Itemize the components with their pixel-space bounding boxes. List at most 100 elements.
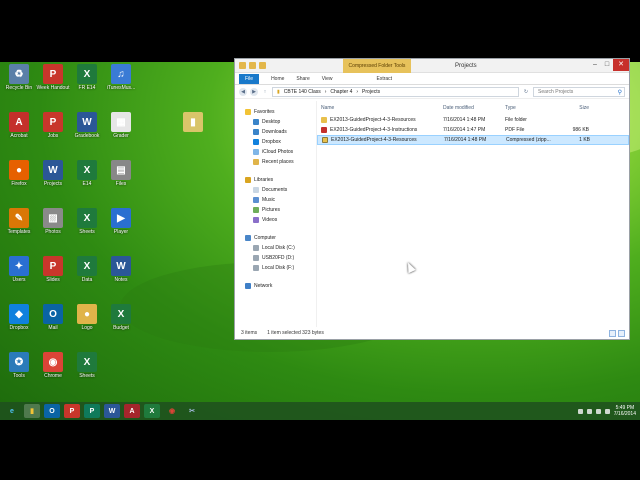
desktop-icon-item[interactable]: X FR E14	[70, 64, 104, 97]
nav-computer-header[interactable]: Computer	[235, 233, 316, 243]
powerpoint-icon[interactable]: P	[64, 404, 80, 418]
desktop-icon-item[interactable]: W Projects	[36, 160, 70, 193]
desktop-icon-item[interactable]: ✦ Users	[2, 256, 36, 289]
breadcrumb[interactable]: ▮ CBTE 140 Class › Chapter 4 › Projects	[272, 86, 519, 97]
refresh-button[interactable]: ↻	[522, 88, 530, 96]
maximize-button[interactable]: □	[601, 59, 613, 71]
desktop-icon-item[interactable]: P Jobs	[36, 112, 70, 145]
app-icon: ●	[9, 160, 29, 180]
nav-item-local-disk-c[interactable]: Local Disk (C:)	[235, 243, 316, 253]
file-row[interactable]: EX2013-GuidedProject-4-3-Instructions 7/…	[317, 125, 629, 135]
desktop-icon-item[interactable]: ▮	[176, 112, 210, 145]
desktop-icon-item[interactable]: W Notes	[104, 256, 138, 289]
desktop-icon-item[interactable]: ✎ Templates	[2, 208, 36, 241]
tray-icon[interactable]	[586, 408, 592, 414]
excel-icon[interactable]: X	[144, 404, 160, 418]
app-icon: X	[77, 208, 97, 228]
desktop-icon-label: Photos	[45, 229, 61, 235]
desktop-icon-item[interactable]: ▤ Files	[104, 160, 138, 193]
properties-icon[interactable]	[249, 62, 256, 69]
word-icon[interactable]: W	[104, 404, 120, 418]
breadcrumb-item[interactable]: CBTE 140 Class	[284, 88, 321, 96]
desktop-icon-item[interactable]: O Mail	[36, 304, 70, 337]
tab-file[interactable]: File	[239, 73, 260, 84]
nav-item-usb-d[interactable]: USB20FD (D:)	[235, 253, 316, 263]
desktop-icon	[253, 119, 259, 125]
column-header-size[interactable]: Size	[559, 105, 589, 111]
desktop-icon-item[interactable]: ▦ Grader	[104, 112, 138, 145]
compressed-folder-tools-tab[interactable]: Compressed Folder Tools	[343, 59, 411, 73]
minimize-button[interactable]: –	[589, 59, 601, 71]
file-explorer-taskbar-icon[interactable]: ▮	[24, 404, 40, 418]
nav-network-header[interactable]: Network	[235, 281, 316, 291]
up-button[interactable]: ↑	[261, 88, 269, 96]
desktop-icon-item[interactable]: ◉ Chrome	[36, 352, 70, 385]
clock-date: 7/16/2014	[613, 411, 636, 417]
tray-icon[interactable]	[577, 408, 583, 414]
desktop-icon-item[interactable]: W Gradebook	[70, 112, 104, 145]
search-input[interactable]: Search Projects ⚲	[533, 86, 625, 97]
desktop-icon-item[interactable]: ▨ Photos	[36, 208, 70, 241]
nav-item-music[interactable]: Music	[235, 195, 316, 205]
breadcrumb-item[interactable]: Chapter 4	[330, 88, 352, 96]
desktop-icon-item[interactable]: ♫ iTunesMus...	[104, 64, 138, 97]
desktop-icon-item[interactable]: P Week Handout	[36, 64, 70, 97]
file-row[interactable]: EX2013-GuidedProject-4-3-Resources 7/16/…	[317, 115, 629, 125]
desktop-icon-item[interactable]: X Budget	[104, 304, 138, 337]
nav-item-local-disk-f[interactable]: Local Disk (F:)	[235, 263, 316, 273]
outlook-icon[interactable]: O	[44, 404, 60, 418]
volume-icon[interactable]	[604, 408, 610, 414]
title-bar[interactable]: Compressed Folder Tools Projects – □ ✕	[235, 59, 629, 73]
desktop-icon-item[interactable]: ● Firefox	[2, 160, 36, 193]
large-icons-view-icon[interactable]	[618, 330, 625, 337]
desktop-icon-item[interactable]: X Sheets	[70, 352, 104, 385]
file-name: EX2013-GuidedProject-4-3-Resources	[331, 137, 417, 143]
chrome-icon[interactable]: ◉	[164, 404, 180, 418]
nav-libraries-header[interactable]: Libraries	[235, 175, 316, 185]
new-folder-icon[interactable]	[259, 62, 266, 69]
network-icon[interactable]	[595, 408, 601, 414]
nav-item-desktop[interactable]: Desktop	[235, 117, 316, 127]
folder-icon[interactable]	[239, 62, 246, 69]
publisher-icon[interactable]: P	[84, 404, 100, 418]
forward-button[interactable]: ▶	[250, 87, 258, 96]
search-icon[interactable]: ⚲	[618, 89, 622, 97]
internet-explorer-icon[interactable]: e	[4, 404, 20, 418]
details-view-icon[interactable]	[609, 330, 616, 337]
nav-item-videos[interactable]: Videos	[235, 215, 316, 225]
tab-view[interactable]: View	[322, 76, 333, 82]
desktop-icon-item[interactable]: ● Logo	[70, 304, 104, 337]
nav-item-recent-places[interactable]: Recent places	[235, 157, 316, 167]
tab-home[interactable]: Home	[271, 76, 284, 82]
column-header-name[interactable]: Name	[321, 105, 443, 111]
close-button[interactable]: ✕	[613, 59, 629, 71]
desktop-icon-item[interactable]: X Sheets	[70, 208, 104, 241]
desktop-icon-item[interactable]: X E14	[70, 160, 104, 193]
nav-item-icloud-photos[interactable]: iCloud Photos	[235, 147, 316, 157]
desktop-icon-item[interactable]: A Acrobat	[2, 112, 36, 145]
nav-item-documents[interactable]: Documents	[235, 185, 316, 195]
snipping-tool-icon[interactable]: ✂	[184, 404, 200, 418]
tab-share[interactable]: Share	[296, 76, 309, 82]
column-header-date[interactable]: Date modified	[443, 105, 505, 111]
desktop-icon-item[interactable]: P Slides	[36, 256, 70, 289]
desktop-icon-item[interactable]: ▶ Player	[104, 208, 138, 241]
desktop-icon-item[interactable]: ◆ Dropbox	[2, 304, 36, 337]
nav-item-dropbox[interactable]: Dropbox	[235, 137, 316, 147]
desktop-icon-item[interactable]: ♻ Recycle Bin	[2, 64, 36, 97]
nav-item-pictures[interactable]: Pictures	[235, 205, 316, 215]
nav-favorites-header[interactable]: Favorites	[235, 107, 316, 117]
tab-extract[interactable]: Extract	[377, 76, 393, 82]
desktop-icon-item[interactable]: X Data	[70, 256, 104, 289]
desktop-icon-item[interactable]: ✪ Tools	[2, 352, 36, 385]
file-name: EX2013-GuidedProject-4-3-Resources	[330, 117, 416, 123]
app-icon: W	[43, 160, 63, 180]
desktop-icon-label: Dropbox	[9, 325, 29, 331]
file-row-selected[interactable]: EX2013-GuidedProject-4-3-Resources 7/16/…	[317, 135, 629, 145]
breadcrumb-item[interactable]: Projects	[362, 88, 380, 96]
back-button[interactable]: ◀	[239, 87, 247, 96]
column-header-type[interactable]: Type	[505, 105, 559, 111]
clock[interactable]: 5:49 PM 7/16/2014	[614, 405, 636, 417]
access-icon[interactable]: A	[124, 404, 140, 418]
nav-item-downloads[interactable]: Downloads	[235, 127, 316, 137]
